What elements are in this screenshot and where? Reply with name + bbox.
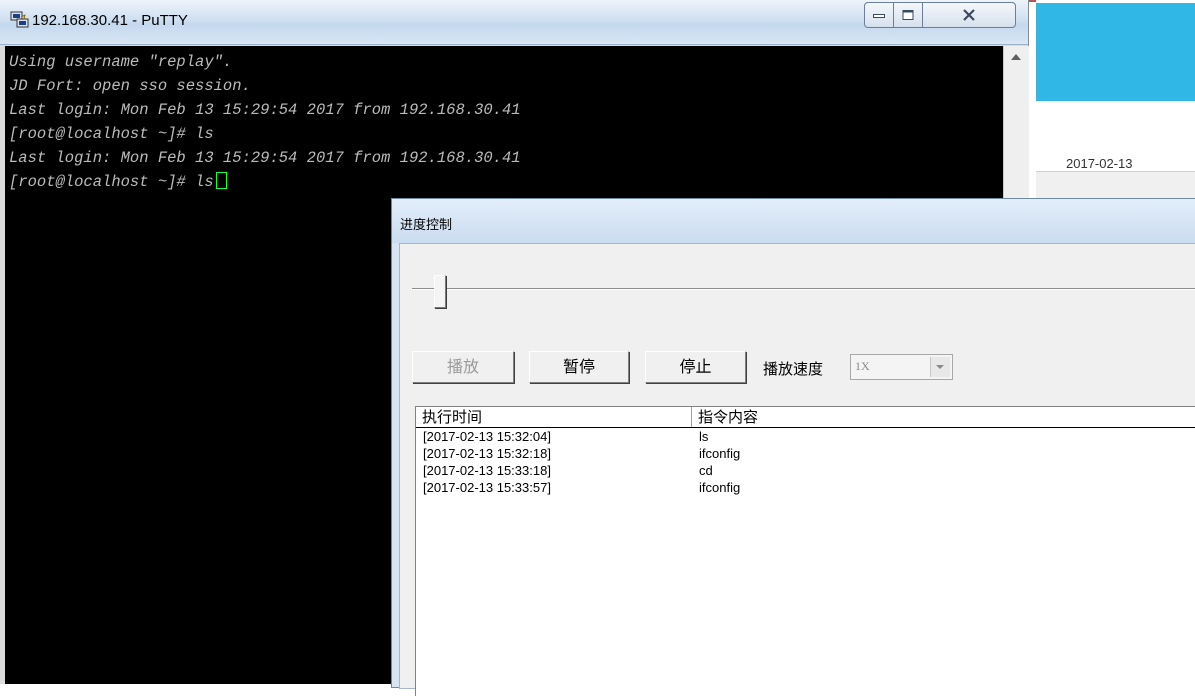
playback-speed-label: 播放速度: [763, 360, 824, 378]
cell-time: [2017-02-13 15:32:04]: [423, 429, 551, 444]
terminal-line: JD Fort: open sso session.: [9, 77, 251, 95]
playback-speed-value: 1X: [855, 359, 870, 373]
terminal-line: Last login: Mon Feb 13 15:29:54 2017 fro…: [9, 149, 521, 167]
cell-time: [2017-02-13 15:33:57]: [423, 480, 551, 495]
column-header-time[interactable]: 执行时间: [416, 407, 692, 427]
dialog-body: 播放 暂停 停止 播放速度 1X 执行时间 指令内容 [2017-02-13 1…: [399, 243, 1195, 696]
playback-speed-select[interactable]: 1X: [850, 354, 953, 380]
terminal-line: Using username "replay".: [9, 53, 233, 71]
scroll-up-arrow-icon[interactable]: [1011, 54, 1021, 60]
table-header: 执行时间 指令内容: [416, 407, 1195, 428]
terminal-prompt: [root@localhost ~]# ls: [9, 173, 214, 191]
stop-button[interactable]: 停止: [645, 351, 746, 383]
progress-slider-track[interactable]: [412, 288, 1195, 290]
putty-titlebar[interactable]: 192.168.30.41 - PuTTY: [0, 0, 1028, 45]
maximize-icon: [902, 10, 914, 20]
terminal-line: [root@localhost ~]# ls: [9, 125, 214, 143]
cell-time: [2017-02-13 15:32:18]: [423, 446, 551, 461]
cell-command: ifconfig: [699, 480, 741, 495]
close-icon: [963, 9, 975, 21]
progress-control-dialog: 进度控制 播放 暂停 停止 播放速度 1X 执行时间 指令内容 [2017-02…: [391, 198, 1195, 696]
dialog-titlebar[interactable]: 进度控制: [392, 199, 1195, 243]
table-row[interactable]: [2017-02-13 15:32:04] ls: [416, 428, 1195, 445]
minimize-button[interactable]: [864, 2, 894, 28]
table-row[interactable]: [2017-02-13 15:33:57] ifconfig: [416, 479, 1195, 496]
background-header-bar: [1036, 3, 1195, 101]
chevron-down-icon[interactable]: [930, 357, 950, 377]
progress-slider-thumb[interactable]: [434, 275, 446, 308]
table-row[interactable]: [2017-02-13 15:33:18] cd: [416, 462, 1195, 479]
pause-button[interactable]: 暂停: [529, 351, 629, 383]
background-date-text: 2017-02-13: [1066, 158, 1133, 170]
terminal-cursor: [215, 172, 227, 189]
terminal-line-current: [root@localhost ~]# ls: [9, 172, 227, 192]
maximize-button[interactable]: [893, 2, 923, 28]
cell-command: ifconfig: [699, 446, 741, 461]
putty-app-icon[interactable]: [10, 11, 30, 29]
minimize-icon: [873, 14, 885, 18]
command-list-table[interactable]: 执行时间 指令内容 [2017-02-13 15:32:04] ls [2017…: [415, 406, 1195, 696]
cell-time: [2017-02-13 15:33:18]: [423, 463, 551, 478]
cell-command: ls: [699, 429, 709, 444]
column-header-command[interactable]: 指令内容: [692, 407, 1195, 427]
cell-command: cd: [699, 463, 713, 478]
putty-window-title: 192.168.30.41 - PuTTY: [32, 12, 188, 29]
play-button[interactable]: 播放: [412, 351, 514, 383]
close-button[interactable]: [922, 2, 1016, 28]
terminal-line: Last login: Mon Feb 13 15:29:54 2017 fro…: [9, 101, 521, 119]
table-row[interactable]: [2017-02-13 15:32:18] ifconfig: [416, 445, 1195, 462]
dialog-title: 进度控制: [400, 218, 453, 233]
